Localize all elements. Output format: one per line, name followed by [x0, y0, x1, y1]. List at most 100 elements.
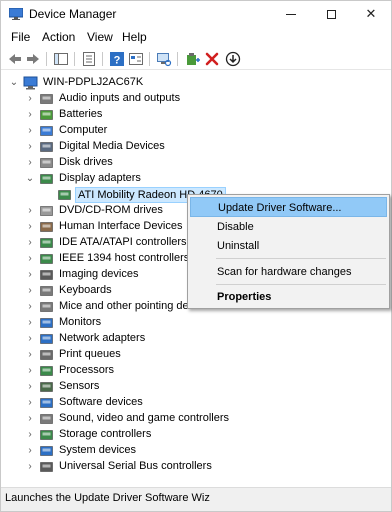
menu-item-update-driver[interactable]: Update Driver Software...	[190, 197, 387, 217]
tree-category[interactable]: ⌄ Display adapters	[1, 171, 391, 187]
chevron-right-icon[interactable]: ›	[25, 157, 35, 169]
chevron-right-icon[interactable]: ›	[25, 413, 35, 425]
tree-category[interactable]: › System devices	[1, 443, 391, 459]
tree-category[interactable]: › Audio inputs and outputs	[1, 91, 391, 107]
tree-category[interactable]: › Network adapters	[1, 331, 391, 347]
menu-item-disable[interactable]: Disable	[190, 217, 387, 237]
chevron-right-icon[interactable]: ›	[25, 365, 35, 377]
tree-category[interactable]: › Software devices	[1, 395, 391, 411]
tree-item-label: Batteries	[59, 108, 103, 120]
tree-category[interactable]: › Digital Media Devices	[1, 139, 391, 155]
computer-icon	[23, 76, 38, 90]
chevron-right-icon[interactable]: ›	[25, 269, 35, 281]
toolbar-separator	[74, 52, 75, 66]
chevron-right-icon[interactable]: ›	[25, 141, 35, 153]
chevron-right-icon[interactable]: ›	[25, 205, 35, 217]
device-manager-window: Device Manager ✕ File Action View Help ?…	[0, 0, 392, 512]
menu-separator	[216, 258, 386, 259]
tree-item-label: DVD/CD-ROM drives	[59, 204, 163, 216]
menu-item-properties[interactable]: Properties	[190, 287, 387, 307]
help-icon[interactable]: ?	[109, 51, 125, 67]
uninstall-icon[interactable]	[204, 51, 220, 67]
chevron-right-icon[interactable]: ›	[25, 237, 35, 249]
chevron-right-icon[interactable]: ›	[25, 445, 35, 457]
audio-icon	[40, 94, 53, 104]
view-icon[interactable]	[128, 51, 144, 67]
close-icon: ✕	[365, 6, 377, 21]
tree-item-label: Audio inputs and outputs	[59, 92, 181, 104]
window-title: Device Manager	[29, 7, 117, 21]
tree-item-label: Computer	[59, 124, 108, 136]
chevron-right-icon[interactable]: ›	[25, 301, 35, 313]
tree-category[interactable]: › Processors	[1, 363, 391, 379]
tree-category[interactable]: › Print queues	[1, 347, 391, 363]
menu-file[interactable]: File	[11, 30, 30, 44]
battery-icon	[40, 110, 53, 120]
menu-view[interactable]: View	[87, 30, 113, 44]
forward-arrow-icon[interactable]	[25, 51, 41, 67]
tree-item-label: Display adapters	[59, 172, 141, 184]
update-driver-icon[interactable]	[225, 51, 241, 67]
menu-item-uninstall[interactable]: Uninstall	[190, 236, 387, 256]
minimize-button[interactable]	[271, 1, 311, 27]
display-adapter-icon	[40, 174, 53, 184]
close-button[interactable]: ✕	[351, 1, 391, 27]
chevron-right-icon[interactable]: ›	[25, 109, 35, 121]
menu-help[interactable]: Help	[122, 30, 147, 44]
tree-category[interactable]: › Universal Serial Bus controllers	[1, 459, 391, 475]
chevron-right-icon[interactable]: ›	[25, 429, 35, 441]
tree-item-label: Software devices	[59, 396, 143, 408]
toolbar-separator	[102, 52, 103, 66]
ieee1394-icon	[40, 254, 53, 264]
tree-category[interactable]: › Computer	[1, 123, 391, 139]
chevron-down-icon[interactable]: ⌄	[9, 77, 19, 89]
chevron-right-icon[interactable]: ›	[25, 317, 35, 329]
tree-item-label: Processors	[59, 364, 115, 376]
tree-item-label: Monitors	[59, 316, 102, 328]
chevron-right-icon[interactable]: ›	[25, 397, 35, 409]
chevron-right-icon[interactable]: ›	[25, 285, 35, 297]
device-manager-icon	[9, 8, 23, 20]
processor-icon	[40, 366, 53, 376]
chevron-right-icon[interactable]: ›	[25, 253, 35, 265]
camera-icon	[40, 270, 53, 280]
toolbar-separator	[46, 52, 47, 66]
svg-text:?: ?	[114, 55, 121, 67]
chevron-right-icon[interactable]: ›	[25, 333, 35, 345]
chevron-down-icon[interactable]: ⌄	[25, 173, 35, 185]
menu-bar: File Action View Help	[1, 28, 391, 48]
tree-root-label: WIN-PDPLJ2AC67K	[43, 76, 144, 88]
menu-action[interactable]: Action	[42, 30, 75, 44]
tree-item-label: Keyboards	[59, 284, 112, 296]
chevron-right-icon[interactable]: ›	[25, 93, 35, 105]
tree-item-label: IEEE 1394 host controllers	[59, 252, 190, 264]
tree-category[interactable]: › Batteries	[1, 107, 391, 123]
tree-item-label: Digital Media Devices	[59, 140, 165, 152]
maximize-icon	[326, 10, 336, 20]
tree-category[interactable]: › Sound, video and game controllers	[1, 411, 391, 427]
tree-category[interactable]: › Monitors	[1, 315, 391, 331]
context-menu: Update Driver Software... Disable Uninst…	[187, 194, 390, 309]
properties-icon[interactable]	[81, 51, 97, 67]
chevron-right-icon[interactable]: ›	[25, 125, 35, 137]
usb-icon	[40, 462, 53, 472]
media-device-icon	[40, 142, 53, 152]
back-arrow-icon[interactable]	[7, 51, 23, 67]
chevron-right-icon[interactable]: ›	[25, 349, 35, 361]
chevron-right-icon[interactable]: ›	[25, 461, 35, 473]
tree-category[interactable]: › Storage controllers	[1, 427, 391, 443]
monitor-icon	[40, 318, 53, 328]
scan-hardware-icon[interactable]	[156, 51, 172, 67]
tree-category[interactable]: › Sensors	[1, 379, 391, 395]
maximize-button[interactable]	[311, 1, 351, 27]
show-hide-tree-icon[interactable]	[53, 51, 69, 67]
tree-root[interactable]: ⌄ WIN-PDPLJ2AC67K	[1, 75, 391, 91]
tree-category[interactable]: › Disk drives	[1, 155, 391, 171]
printer-icon	[40, 350, 53, 360]
chevron-right-icon[interactable]: ›	[25, 381, 35, 393]
tree-item-label: Print queues	[59, 348, 121, 360]
menu-item-scan-hardware[interactable]: Scan for hardware changes	[190, 262, 387, 282]
add-driver-icon[interactable]	[185, 51, 201, 67]
software-device-icon	[40, 398, 53, 408]
chevron-right-icon[interactable]: ›	[25, 221, 35, 233]
